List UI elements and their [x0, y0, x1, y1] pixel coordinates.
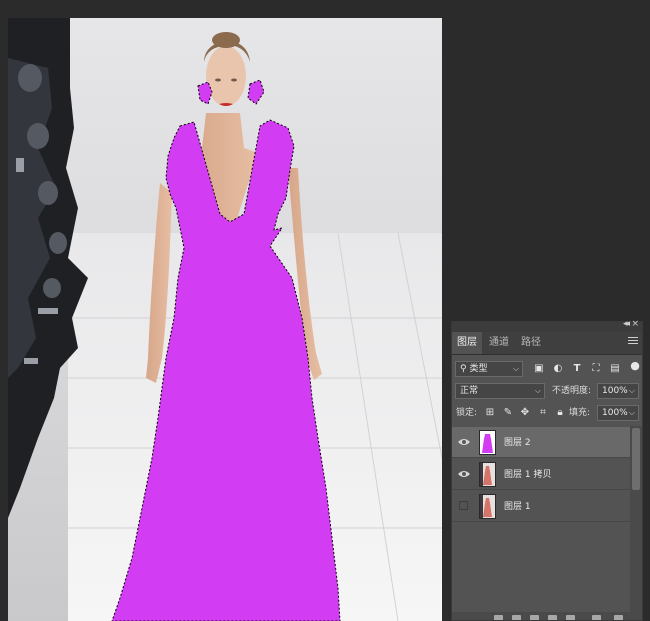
adjustment-layer-icon[interactable]	[548, 615, 557, 620]
lock-row: 锁定: ⊞ ✎ ✥ ⌗ 🔒︎ 填充: 100% ⌵	[452, 404, 642, 422]
chevron-down-icon: ⌵	[534, 386, 541, 395]
delete-layer-icon[interactable]	[614, 615, 623, 620]
smart-object-filter-icon[interactable]: ▤	[609, 363, 621, 375]
panel-menu-icon[interactable]	[628, 337, 638, 347]
panel-bottom-toolbar	[452, 612, 642, 620]
fill-value: 100%	[602, 408, 628, 418]
adjustment-layer-filter-icon[interactable]: ◐	[552, 363, 564, 375]
chevron-down-icon: ⌵	[628, 386, 635, 395]
layer-thumbnail	[479, 494, 496, 519]
layer-style-icon[interactable]	[512, 615, 521, 620]
pixel-layer-filter-icon[interactable]: ▣	[533, 363, 545, 375]
lock-artboard-icon[interactable]: ⌗	[537, 407, 549, 419]
visibility-eye-icon[interactable]	[458, 437, 470, 447]
opacity-label: 不透明度:	[552, 386, 592, 396]
layers-scrollbar-thumb[interactable]	[632, 428, 640, 490]
layer-row[interactable]: 图层 2	[452, 427, 630, 458]
opacity-field[interactable]: 100% ⌵	[597, 383, 639, 399]
lock-all-icon[interactable]: 🔒︎	[554, 407, 566, 419]
filter-toggle-icon[interactable]: ●	[629, 360, 641, 372]
blend-mode-value: 正常	[460, 386, 479, 396]
visibility-eye-icon[interactable]	[458, 469, 470, 479]
tab-layers[interactable]: 图层	[452, 332, 482, 354]
layer-row[interactable]: 图层 1 拷贝	[452, 459, 630, 490]
blend-mode-select[interactable]: 正常 ⌵	[455, 383, 545, 399]
tab-paths[interactable]: 路径	[516, 332, 546, 354]
chevron-down-icon: ⌵	[512, 364, 519, 373]
shape-layer-filter-icon[interactable]: ⛶	[590, 363, 602, 375]
blend-row: 正常 ⌵ 不透明度: 100% ⌵	[452, 382, 642, 400]
chevron-down-icon: ⌵	[628, 408, 635, 417]
lock-image-pixels-icon[interactable]: ✎	[502, 407, 514, 419]
fill-label: 填充:	[569, 408, 591, 418]
close-panel-icon[interactable]: ×	[631, 319, 639, 329]
layer-row[interactable]: 图层 1	[452, 491, 630, 522]
document-canvas[interactable]	[8, 18, 442, 621]
panel-tabs: 图层 通道 路径	[452, 332, 642, 355]
lock-position-icon[interactable]: ✥	[519, 407, 531, 419]
lock-transparent-pixels-icon[interactable]: ⊞	[484, 407, 496, 419]
lock-label: 锁定:	[456, 408, 478, 418]
filter-row: ⚲ 类型 ⌵ ▣ ◐ T ⛶ ▤ ●	[452, 360, 642, 378]
layer-name[interactable]: 图层 1	[504, 499, 531, 512]
fill-field[interactable]: 100% ⌵	[597, 405, 639, 421]
opacity-value: 100%	[602, 386, 628, 396]
search-icon: ⚲	[460, 364, 467, 374]
filter-kind-select[interactable]: ⚲ 类型 ⌵	[455, 361, 523, 377]
layer-thumbnail	[479, 462, 496, 487]
visibility-toggle-hidden[interactable]	[459, 501, 468, 510]
new-layer-icon[interactable]	[592, 615, 601, 620]
collapse-panel-icon[interactable]: ◂◂	[623, 319, 630, 329]
link-layers-icon[interactable]	[494, 615, 503, 620]
layer-thumbnail	[479, 430, 496, 455]
layers-panel: ◂◂ × 图层 通道 路径 ⚲ 类型 ⌵ ▣ ◐ T ⛶ ▤ ● 正常 ⌵ 不透…	[451, 319, 643, 621]
panel-title-strip: ◂◂ ×	[452, 319, 642, 332]
type-layer-filter-icon[interactable]: T	[571, 363, 583, 375]
filter-kind-label: 类型	[469, 364, 488, 374]
layer-name[interactable]: 图层 2	[504, 435, 531, 448]
layer-name[interactable]: 图层 1 拷贝	[504, 467, 551, 480]
canvas-image	[8, 18, 442, 621]
new-group-icon[interactable]	[566, 615, 575, 620]
tab-channels[interactable]: 通道	[484, 332, 514, 354]
add-mask-icon[interactable]	[530, 615, 539, 620]
